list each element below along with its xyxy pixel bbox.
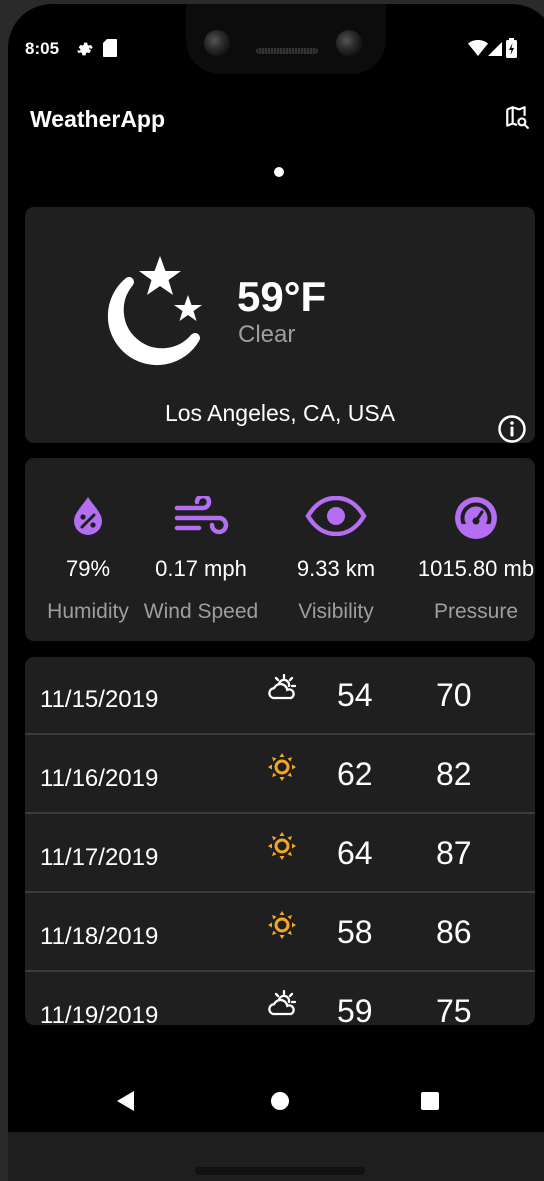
current-condition: Clear: [238, 321, 296, 348]
eye-icon: [272, 496, 400, 536]
forecast-row[interactable]: 11/16/2019 62 82: [25, 736, 535, 814]
forecast-row[interactable]: 11/17/2019 64 87: [25, 815, 535, 893]
forecast-date: 11/19/2019: [40, 1002, 159, 1025]
sun-icon: [267, 752, 297, 787]
gear-icon: [74, 38, 94, 63]
sun-icon: [267, 831, 297, 866]
forecast-high: 75: [436, 993, 472, 1025]
visibility-value: 9.33 km: [296, 556, 376, 581]
wind-icon: [137, 496, 265, 540]
location-label: Los Angeles, CA, USA: [164, 400, 396, 426]
forecast-low: 54: [337, 677, 373, 713]
forecast-high: 86: [436, 914, 472, 950]
forecast-low: 58: [337, 914, 373, 950]
humidity-label: Humidity: [47, 600, 129, 623]
current-temperature: 59°F: [237, 273, 327, 320]
forecast-row[interactable]: 11/19/2019 59 75: [25, 973, 535, 1025]
pressure-label: Pressure: [433, 600, 519, 623]
row-divider: [25, 733, 535, 735]
status-time: 8:05: [25, 39, 60, 58]
partly-cloudy-icon: [267, 673, 297, 708]
wind-speed-value: 0.17 mph: [155, 556, 247, 581]
pressure-value: 1015.80 mb: [417, 556, 535, 581]
camera-notch: [186, 4, 386, 74]
front-sensor: [336, 30, 362, 56]
row-divider: [25, 812, 535, 814]
forecast-low: 59: [337, 993, 373, 1025]
weather-details-card: 79% Humidity 0.17 mph Wind Speed 9.33 km…: [25, 458, 535, 641]
forecast-date: 11/15/2019: [40, 686, 159, 713]
humidity-icon: [24, 496, 152, 536]
device-speaker: [195, 1167, 365, 1175]
forecast-low: 64: [337, 835, 373, 871]
phone-screen: 8:05 WeatherApp 59°F Clear Los Angeles, …: [8, 4, 544, 1176]
forecast-row[interactable]: 11/18/2019 58 86: [25, 894, 535, 972]
app-title: WeatherApp: [30, 106, 166, 132]
system-nav-bar: [8, 1064, 544, 1136]
row-divider: [25, 970, 535, 972]
humidity-value: 79%: [65, 556, 111, 581]
forecast-low: 62: [337, 756, 373, 792]
wind-speed-label: Wind Speed: [143, 600, 259, 623]
forecast-date: 11/16/2019: [40, 765, 159, 792]
home-icon[interactable]: [270, 1090, 290, 1117]
row-divider: [25, 891, 535, 893]
recents-icon[interactable]: [420, 1090, 440, 1117]
forecast-date: 11/17/2019: [40, 844, 159, 871]
back-icon[interactable]: [116, 1090, 136, 1117]
forecast-high: 70: [436, 677, 472, 713]
gauge-icon: [412, 496, 540, 540]
forecast-high: 82: [436, 756, 472, 792]
battery-icon: [506, 38, 517, 63]
earpiece: [256, 48, 318, 54]
sd-card-icon: [102, 38, 118, 63]
visibility-label: Visibility: [298, 600, 374, 623]
status-bar: 8:05: [8, 4, 544, 74]
forecast-date: 11/18/2019: [40, 923, 159, 950]
current-weather-card: 59°F Clear Los Angeles, CA, USA: [25, 207, 535, 443]
info-icon[interactable]: [497, 414, 527, 449]
forecast-row[interactable]: 11/15/2019 54 70: [25, 657, 535, 735]
forecast-list[interactable]: 11/15/2019 54 70 11/16/2019 62 82 11/17/…: [25, 657, 535, 1025]
signal-icon: [488, 42, 502, 61]
wifi-icon: [468, 40, 488, 61]
front-camera: [204, 30, 230, 56]
map-search-icon[interactable]: [504, 104, 530, 135]
partly-cloudy-icon: [267, 989, 297, 1024]
forecast-high: 87: [436, 835, 472, 871]
sun-icon: [267, 910, 297, 945]
moon-stars-icon: [97, 254, 207, 377]
pager-indicator: [274, 167, 284, 177]
